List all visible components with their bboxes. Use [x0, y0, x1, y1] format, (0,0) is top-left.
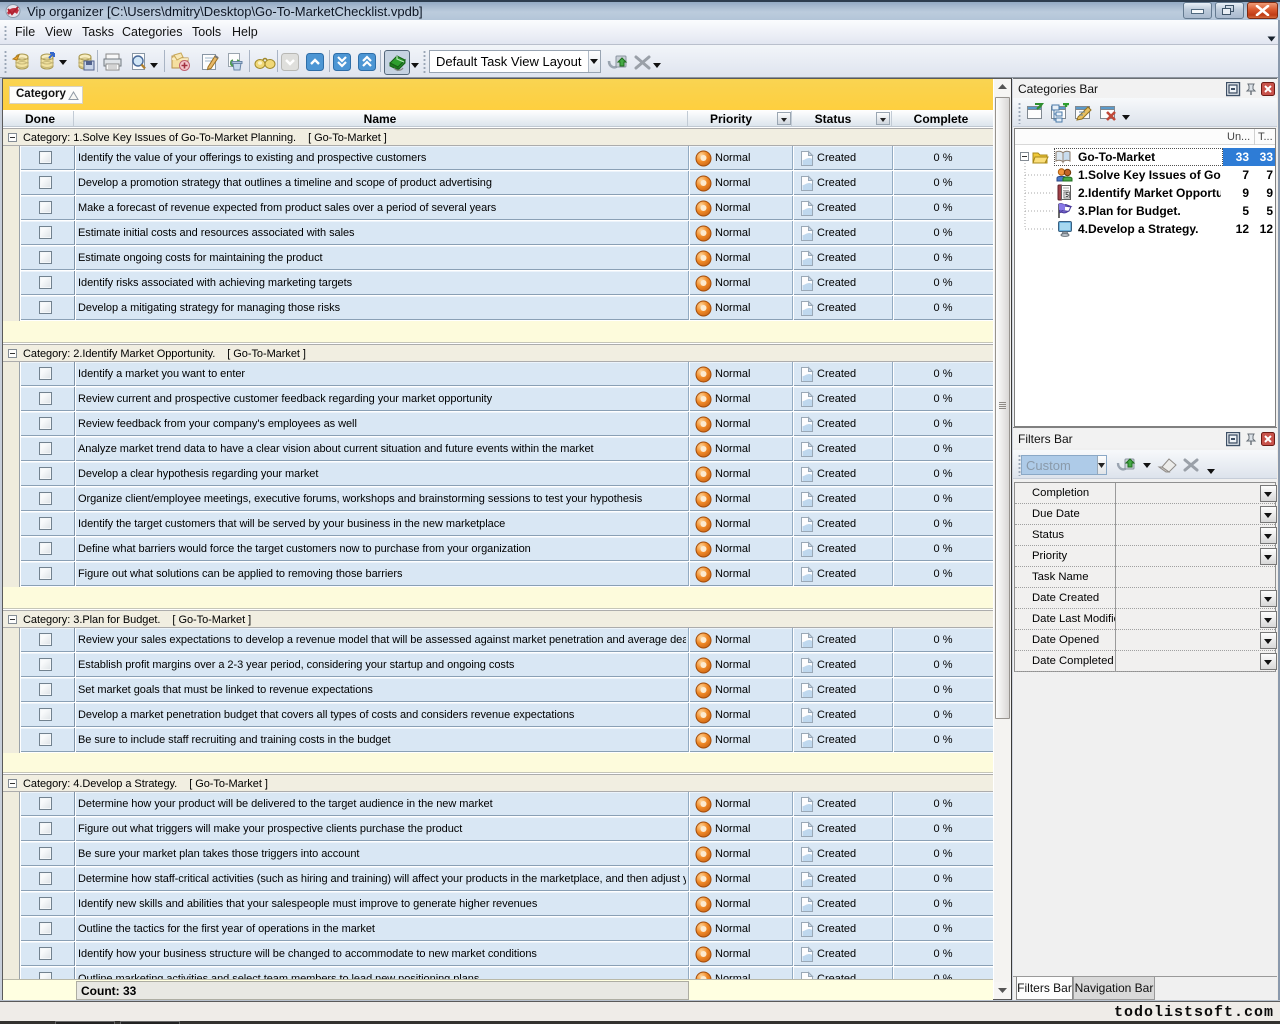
svg-text:5: 5 [1065, 192, 1069, 199]
